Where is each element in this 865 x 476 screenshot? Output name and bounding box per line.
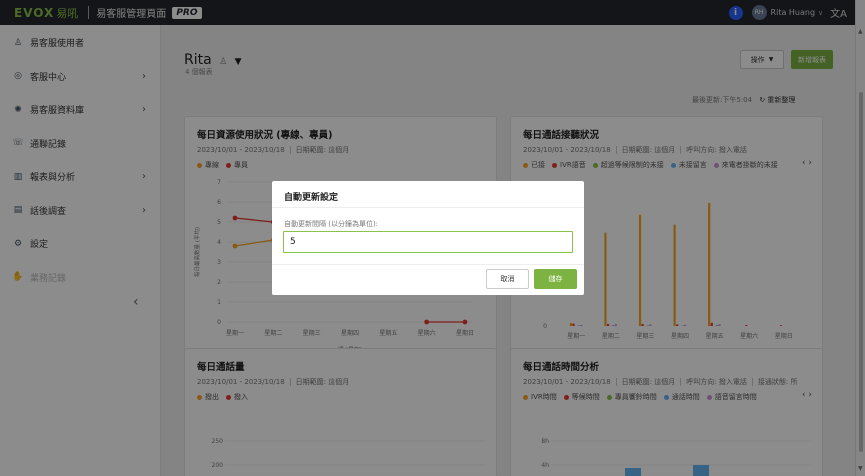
divider	[272, 264, 584, 265]
divider	[272, 207, 584, 208]
app-root: EVOX 易吼 易客服管理頁面 PRO i RH Rita Huang ∨ 文A…	[0, 0, 865, 476]
save-button[interactable]: 儲存	[534, 269, 577, 289]
cancel-button[interactable]: 取消	[486, 269, 529, 289]
auto-refresh-dialog: 自動更新設定 自動更新間隔 (以分鐘為單位): 5 取消 儲存	[272, 181, 584, 295]
dialog-title: 自動更新設定	[284, 193, 339, 203]
interval-label: 自動更新間隔 (以分鐘為單位):	[284, 220, 379, 228]
interval-input[interactable]: 5	[283, 231, 573, 253]
